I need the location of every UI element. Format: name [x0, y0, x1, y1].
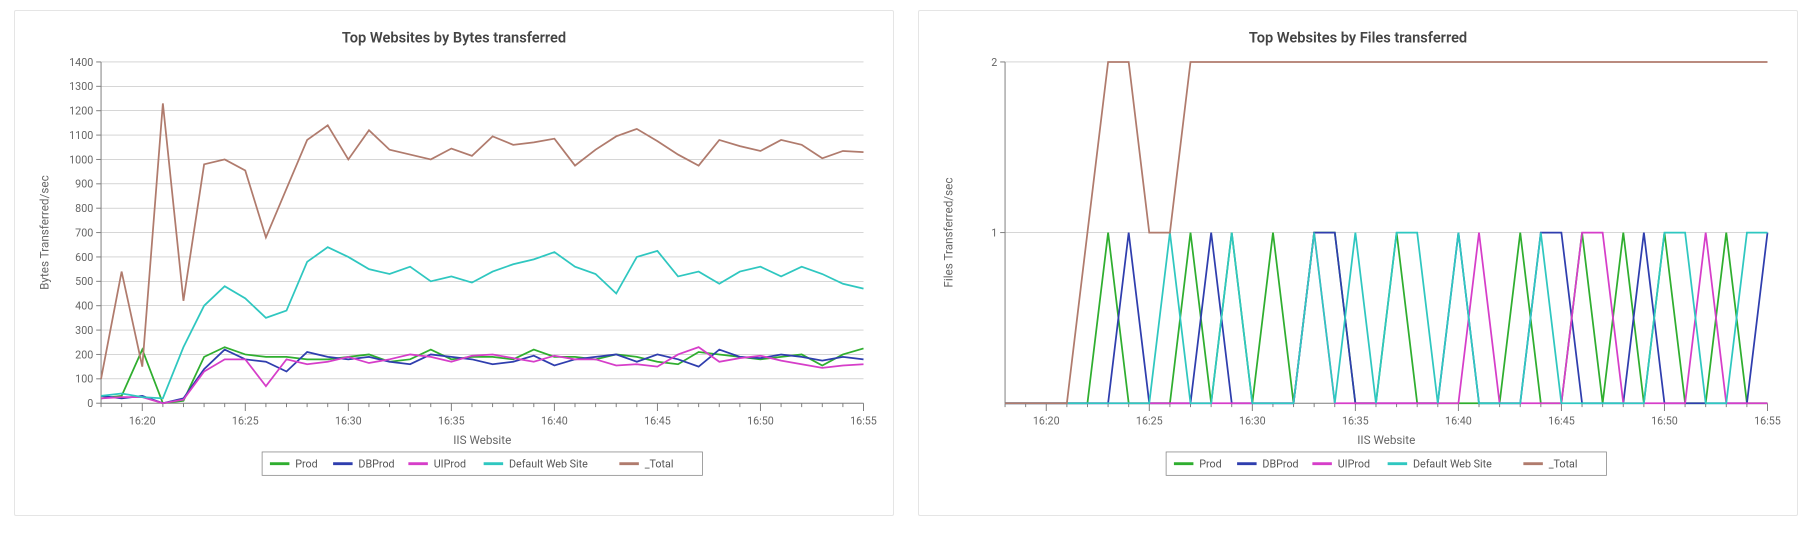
series-default-web-site	[1005, 233, 1767, 404]
series-default-web-site	[101, 247, 863, 398]
y-tick-label: 400	[75, 300, 93, 313]
y-tick-label: 1300	[69, 80, 93, 93]
x-tick-label: 16:50	[747, 415, 774, 428]
legend-label: Prod	[295, 457, 317, 470]
x-tick-label: 16:55	[1754, 415, 1781, 428]
chart-bytes-wrap: Top Websites by Bytes transferred 0 100 200…	[25, 21, 883, 509]
x-tick-label: 16:20	[129, 415, 156, 428]
x-tick-label: 16:35	[1342, 415, 1369, 428]
panel-files: Top Websites by Files transferred 1 2 16:20…	[918, 10, 1798, 516]
chart-title: Top Websites by Bytes transferred	[342, 28, 566, 46]
legend-label: DBProd	[358, 457, 394, 470]
legend-label: Default Web Site	[509, 457, 588, 470]
y-axis-label: Bytes Transferred/sec	[37, 175, 51, 290]
y-axis-label: Files Transferred/sec	[941, 178, 955, 288]
legend-label: _Total	[645, 457, 674, 470]
x-tick-label: 16:25	[232, 415, 259, 428]
x-tick-label: 16:30	[335, 415, 362, 428]
y-tick-label: 200	[75, 348, 93, 361]
y-tick-label: 1000	[69, 153, 93, 166]
x-tick-label: 16:20	[1033, 415, 1060, 428]
y-tick-label: 800	[75, 202, 93, 215]
legend-label: DBProd	[1262, 457, 1298, 470]
dashboard: Top Websites by Bytes transferred 0 100 200…	[0, 0, 1812, 526]
x-tick-label: 16:45	[1548, 415, 1575, 428]
x-axis-label: IIS Website	[1357, 433, 1415, 447]
x-tick-label: 16:40	[1445, 415, 1472, 428]
legend-label: UIProd	[434, 457, 466, 470]
y-tick-label: 500	[75, 275, 93, 288]
y-tick-label: 1400	[69, 56, 93, 69]
y-tick-label: 700	[75, 226, 93, 239]
y-tick-label: 300	[75, 324, 93, 337]
x-tick-label: 16:50	[1651, 415, 1678, 428]
panel-bytes: Top Websites by Bytes transferred 0 100 200…	[14, 10, 894, 516]
y-tick-label: 600	[75, 251, 93, 264]
legend-label: UIProd	[1338, 457, 1370, 470]
x-tick-label: 16:30	[1239, 415, 1266, 428]
y-tick-label: 900	[75, 178, 93, 191]
x-tick-label: 16:40	[541, 415, 568, 428]
y-tick-label: 1200	[69, 105, 93, 118]
y-tick-label: 1	[991, 226, 997, 239]
legend-label: _Total	[1549, 457, 1578, 470]
x-tick-label: 16:45	[644, 415, 671, 428]
y-tick-label: 2	[991, 56, 997, 69]
x-axis-label: IIS Website	[453, 433, 511, 447]
legend-label: Default Web Site	[1413, 457, 1492, 470]
legend-label: Prod	[1199, 457, 1221, 470]
x-tick-label: 16:35	[438, 415, 465, 428]
x-tick-label: 16:55	[850, 415, 877, 428]
y-tick-label: 0	[87, 397, 93, 410]
series-_total	[101, 103, 863, 378]
y-tick-label: 1100	[69, 129, 93, 142]
chart-bytes-svg: Top Websites by Bytes transferred 0 100 200…	[25, 21, 883, 509]
series-uiprod	[101, 347, 863, 403]
chart-files-wrap: Top Websites by Files transferred 1 2 16:20…	[929, 21, 1787, 509]
chart-title: Top Websites by Files transferred	[1249, 28, 1467, 46]
chart-files-svg: Top Websites by Files transferred 1 2 16:20…	[929, 21, 1787, 509]
x-tick-label: 16:25	[1136, 415, 1163, 428]
y-tick-label: 100	[75, 373, 93, 386]
